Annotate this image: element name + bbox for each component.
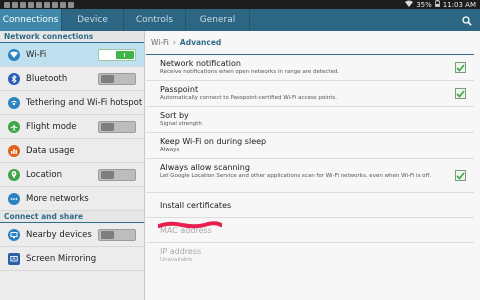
setting-sort-by[interactable]: Sort by Signal strength (146, 107, 474, 133)
setting-title: IP address (160, 247, 202, 256)
sidebar: Network connections Wi-Fi Bluetooth Teth… (0, 31, 145, 300)
notification-icons (4, 1, 74, 8)
setting-subtitle: Let Google Location Service and other ap… (160, 173, 432, 179)
sidebar-item-wifi[interactable]: Wi-Fi (0, 43, 144, 67)
hotspot-icon (8, 96, 20, 109)
setting-network-notification[interactable]: Network notification Receive notificatio… (146, 55, 474, 81)
screen-mirroring-icon (8, 252, 20, 265)
check-icon (456, 171, 465, 180)
sidebar-item-bluetooth[interactable]: Bluetooth (0, 67, 144, 91)
check-icon (456, 63, 465, 72)
setting-always-allow-scanning[interactable]: Always allow scanning Let Google Locatio… (146, 159, 474, 193)
data-usage-icon (8, 144, 20, 157)
tab-device[interactable]: Device (62, 9, 124, 31)
notification-icon (28, 1, 34, 8)
setting-title: Network notification (160, 59, 241, 68)
setting-title: Always allow scanning (160, 163, 250, 172)
setting-subtitle: Signal strength (160, 121, 202, 127)
setting-title: Install certificates (160, 201, 232, 210)
network-notification-checkbox[interactable] (455, 62, 466, 73)
tab-controls[interactable]: Controls (124, 9, 186, 31)
wifi-icon (8, 48, 20, 61)
advanced-settings-panel: Wi-Fi › Advanced Network notification Re… (146, 31, 480, 300)
setting-title: Passpoint (160, 85, 199, 94)
notification-icon (68, 1, 74, 8)
notification-icon (4, 1, 10, 8)
setting-title: Sort by (160, 111, 189, 120)
sidebar-item-label: Data usage (26, 145, 75, 156)
flight-mode-toggle[interactable] (98, 121, 136, 133)
sidebar-item-label: Location (26, 169, 62, 180)
clock: 11:03 AM (442, 0, 476, 9)
nearby-devices-icon (8, 228, 20, 241)
toggle-knob (101, 231, 114, 239)
sidebar-item-location[interactable]: Location (0, 163, 144, 187)
sidebar-item-nearby-devices[interactable]: Nearby devices (0, 223, 144, 247)
sidebar-item-label: Screen Mirroring (26, 253, 97, 264)
sidebar-item-data-usage[interactable]: Data usage (0, 139, 144, 163)
breadcrumb-chevron-icon: › (172, 38, 176, 47)
search-button[interactable] (454, 9, 480, 31)
tab-general[interactable]: General (186, 9, 250, 31)
notification-icon (52, 1, 58, 8)
notification-icon (20, 1, 26, 8)
wifi-toggle[interactable] (98, 49, 136, 61)
redaction-scribble (158, 221, 222, 229)
sidebar-item-label: Wi-Fi (26, 49, 47, 60)
setting-keep-wifi-on[interactable]: Keep Wi-Fi on during sleep Always (146, 133, 474, 159)
airplane-icon (8, 120, 20, 133)
sidebar-item-label: Tethering and Wi-Fi hotspot (26, 97, 143, 108)
bluetooth-icon (8, 72, 20, 85)
wifi-signal-icon (405, 0, 414, 9)
setting-subtitle: Unavailable (160, 257, 193, 263)
setting-passpoint[interactable]: Passpoint Automatically connect to Passp… (146, 81, 474, 107)
toggle-knob (101, 171, 114, 179)
battery-icon (434, 0, 440, 9)
more-networks-icon (8, 192, 20, 205)
notification-icon (60, 1, 66, 8)
sidebar-item-label: Nearby devices (26, 229, 92, 240)
bluetooth-toggle[interactable] (98, 73, 136, 85)
sidebar-item-more-networks[interactable]: More networks (0, 187, 144, 211)
setting-title: Keep Wi-Fi on during sleep (160, 137, 267, 146)
setting-ip-address: IP address Unavailable (146, 243, 474, 269)
section-network-connections: Network connections (0, 31, 144, 43)
section-connect-and-share: Connect and share (0, 211, 144, 223)
battery-percent: 35% (416, 0, 432, 9)
status-bar: 35% 11:03 AM (0, 0, 480, 9)
nearby-devices-toggle[interactable] (98, 229, 136, 241)
sidebar-item-label: Flight mode (26, 121, 77, 132)
setting-install-certificates[interactable]: Install certificates (146, 193, 474, 218)
notification-icon (36, 1, 42, 8)
breadcrumb-parent[interactable]: Wi-Fi (151, 38, 169, 47)
sidebar-item-flight-mode[interactable]: Flight mode (0, 115, 144, 139)
sidebar-item-label: Bluetooth (26, 73, 68, 84)
search-icon (462, 11, 472, 30)
setting-subtitle: Receive notifications when open networks… (160, 69, 340, 75)
notification-icon (12, 1, 18, 8)
setting-subtitle: Automatically connect to Passpoint-certi… (160, 95, 337, 101)
toggle-knob (116, 51, 134, 59)
setting-subtitle: Always (160, 147, 180, 153)
location-icon (8, 168, 20, 181)
tab-bar: Connections Device Controls General (0, 9, 480, 31)
location-toggle[interactable] (98, 169, 136, 181)
sidebar-item-tethering[interactable]: Tethering and Wi-Fi hotspot (0, 91, 144, 115)
notification-icon (44, 1, 50, 8)
breadcrumb: Wi-Fi › Advanced (146, 31, 474, 55)
page-title: Advanced (179, 38, 222, 47)
toggle-knob (101, 75, 114, 83)
check-icon (456, 89, 465, 98)
sidebar-item-screen-mirroring[interactable]: Screen Mirroring (0, 247, 144, 271)
always-allow-scanning-checkbox[interactable] (455, 170, 466, 181)
toggle-knob (101, 123, 114, 131)
passpoint-checkbox[interactable] (455, 88, 466, 99)
sidebar-item-label: More networks (26, 193, 89, 204)
tab-connections[interactable]: Connections (0, 9, 62, 31)
